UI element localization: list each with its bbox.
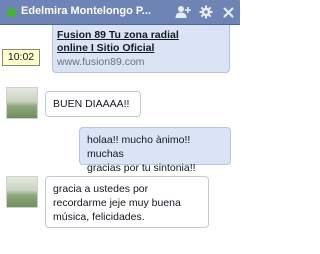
message-bubble-received: gracia a ustedes por recordarme jeje muy… bbox=[45, 176, 209, 228]
close-icon[interactable] bbox=[219, 3, 237, 21]
message-bubble-received: BUEN DIAAAA!! bbox=[45, 91, 141, 117]
chat-titlebar[interactable]: Edelmira Montelongo P... bbox=[0, 0, 240, 25]
message-bubble-sent: holaa!! mucho ànimo!! muchas gracias por… bbox=[79, 127, 231, 174]
contact-name[interactable]: Edelmira Montelongo P... bbox=[21, 5, 171, 17]
online-status-dot bbox=[7, 8, 16, 17]
avatar[interactable] bbox=[6, 87, 38, 119]
message-text: recordarme jeje muy buena bbox=[53, 197, 181, 209]
message-text: BUEN DIAAAA!! bbox=[53, 98, 130, 110]
gear-icon[interactable] bbox=[197, 3, 215, 21]
message-list[interactable]: Fusion 89 Tu zona radial online I Sitio … bbox=[0, 25, 240, 254]
add-person-icon[interactable] bbox=[174, 3, 192, 21]
timestamp-tooltip: 10:02 bbox=[2, 49, 40, 66]
message-text: holaa!! mucho ànimo!! muchas bbox=[87, 134, 191, 160]
link-preview-url: www.fusion89.com bbox=[57, 56, 145, 68]
message-text: música, felicidades. bbox=[53, 211, 145, 223]
avatar[interactable] bbox=[6, 176, 38, 208]
message-text: gracias por tu sintonia!! bbox=[87, 162, 196, 174]
link-preview-title[interactable]: online I Sitio Oficial bbox=[57, 42, 223, 55]
link-preview-title[interactable]: Fusion 89 Tu zona radial bbox=[57, 29, 223, 42]
message-text: gracia a ustedes por bbox=[53, 183, 149, 195]
link-preview-card[interactable]: Fusion 89 Tu zona radial online I Sitio … bbox=[52, 25, 230, 73]
